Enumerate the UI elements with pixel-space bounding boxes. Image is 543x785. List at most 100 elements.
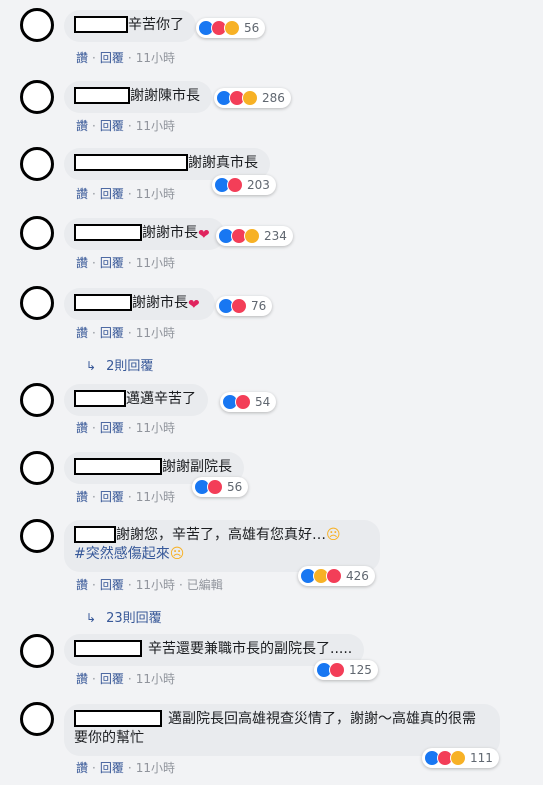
- comment-text: 謝謝陳市長: [130, 88, 200, 104]
- haha-icon: [242, 90, 258, 106]
- reaction-summary[interactable]: 125: [314, 660, 378, 680]
- comment-text: 謝謝市長: [142, 225, 198, 241]
- like-link[interactable]: 讚: [76, 490, 88, 504]
- like-link[interactable]: 讚: [76, 51, 88, 65]
- comment-bubble: 謝謝市長❤: [64, 218, 225, 250]
- comment-actions: 讚 · 回覆 · 11小時: [76, 256, 175, 270]
- replies-count-label[interactable]: 23則回覆: [106, 611, 162, 626]
- comment-bubble: 謝謝市長❤: [64, 288, 215, 320]
- comment-actions: 讚 · 回覆 · 11小時: [76, 421, 175, 435]
- avatar[interactable]: [20, 147, 54, 181]
- avatar[interactable]: [20, 519, 54, 553]
- avatar[interactable]: [20, 80, 54, 114]
- redacted-name[interactable]: [74, 710, 162, 727]
- haha-icon: [224, 20, 240, 36]
- timestamp[interactable]: 11小時: [136, 421, 175, 435]
- timestamp[interactable]: 11小時: [136, 578, 175, 592]
- redacted-name[interactable]: [74, 224, 142, 241]
- reply-link[interactable]: 回覆: [100, 187, 124, 201]
- redacted-name[interactable]: [74, 458, 162, 475]
- reply-link[interactable]: 回覆: [100, 51, 124, 65]
- reply-arrow-icon: ↳: [86, 359, 97, 373]
- reaction-count: 286: [262, 91, 285, 105]
- comment-actions: 讚 · 回覆 · 11小時: [76, 119, 175, 133]
- reaction-summary[interactable]: 76: [216, 296, 273, 316]
- edited-label[interactable]: 已編輯: [187, 578, 223, 592]
- comment-actions: 讚 · 回覆 · 11小時: [76, 326, 175, 340]
- reaction-count: 76: [251, 299, 267, 313]
- comment-text: 謝謝您，辛苦了，高雄有您真好…: [116, 527, 326, 543]
- redacted-name[interactable]: [74, 154, 188, 171]
- love-icon: [207, 479, 223, 495]
- redacted-name[interactable]: [74, 526, 116, 543]
- timestamp[interactable]: 11小時: [136, 119, 175, 133]
- redacted-name[interactable]: [74, 87, 130, 104]
- reaction-summary[interactable]: 234: [216, 226, 293, 246]
- reply-link[interactable]: 回覆: [100, 256, 124, 270]
- like-link[interactable]: 讚: [76, 578, 88, 592]
- like-link[interactable]: 讚: [76, 187, 88, 201]
- like-link[interactable]: 讚: [76, 119, 88, 133]
- comment-text: 謝謝真市長: [188, 155, 258, 171]
- comment-actions: 讚 · 回覆 · 11小時: [76, 672, 175, 686]
- avatar[interactable]: [20, 216, 54, 250]
- comment-list: 辛苦你了 56 讚 · 回覆 · 11小時 謝謝陳市長 286 讚 · 回覆 · 11小時 謝謝…: [6, 0, 537, 785]
- avatar[interactable]: [20, 451, 54, 485]
- hashtag-link[interactable]: #突然感傷起來: [74, 546, 170, 562]
- timestamp[interactable]: 11小時: [136, 672, 175, 686]
- comment-text: 邁邁辛苦了: [126, 391, 196, 407]
- reaction-summary[interactable]: 56: [192, 477, 249, 497]
- redacted-name[interactable]: [74, 390, 126, 407]
- reply-link[interactable]: 回覆: [100, 490, 124, 504]
- reply-link[interactable]: 回覆: [100, 761, 124, 775]
- reply-link[interactable]: 回覆: [100, 421, 124, 435]
- reaction-summary[interactable]: 56: [196, 18, 266, 38]
- comment-actions: 讚 · 回覆 · 11小時: [76, 761, 175, 775]
- reaction-count: 125: [349, 663, 372, 677]
- redacted-name[interactable]: [74, 16, 128, 33]
- sad-icon: [244, 228, 260, 244]
- timestamp[interactable]: 11小時: [136, 490, 175, 504]
- timestamp[interactable]: 11小時: [136, 187, 175, 201]
- timestamp[interactable]: 11小時: [136, 51, 175, 65]
- reaction-count: 426: [346, 569, 369, 583]
- reply-link[interactable]: 回覆: [100, 119, 124, 133]
- replies-count-label[interactable]: 2則回覆: [106, 359, 153, 374]
- like-link[interactable]: 讚: [76, 326, 88, 340]
- view-replies-link[interactable]: ↳ 23則回覆: [86, 607, 162, 626]
- avatar[interactable]: [20, 702, 54, 736]
- comment-actions: 讚 · 回覆 · 11小時: [76, 490, 175, 504]
- like-link[interactable]: 讚: [76, 672, 88, 686]
- reply-link[interactable]: 回覆: [100, 578, 124, 592]
- avatar[interactable]: [20, 634, 54, 668]
- like-link[interactable]: 讚: [76, 761, 88, 775]
- comment-actions: 讚 · 回覆 · 11小時: [76, 51, 175, 65]
- like-link[interactable]: 讚: [76, 256, 88, 270]
- redacted-name[interactable]: [74, 294, 132, 311]
- avatar[interactable]: [20, 8, 54, 42]
- timestamp[interactable]: 11小時: [136, 761, 175, 775]
- view-replies-link[interactable]: ↳ 2則回覆: [86, 355, 153, 374]
- reply-link[interactable]: 回覆: [100, 672, 124, 686]
- reaction-count: 111: [470, 751, 493, 765]
- reaction-summary[interactable]: 426: [298, 566, 375, 586]
- love-icon: [329, 662, 345, 678]
- reaction-count: 56: [227, 480, 243, 494]
- avatar[interactable]: [20, 383, 54, 417]
- timestamp[interactable]: 11小時: [136, 256, 175, 270]
- sad-icon: [450, 750, 466, 766]
- like-link[interactable]: 讚: [76, 421, 88, 435]
- redacted-name[interactable]: [74, 640, 142, 657]
- reply-link[interactable]: 回覆: [100, 326, 124, 340]
- reaction-count: 203: [247, 178, 270, 192]
- avatar[interactable]: [20, 286, 54, 320]
- timestamp[interactable]: 11小時: [136, 326, 175, 340]
- reaction-summary[interactable]: 111: [422, 748, 499, 768]
- love-icon: [235, 394, 251, 410]
- reaction-count: 234: [264, 229, 287, 243]
- comment-bubble: 謝謝您，辛苦了，高雄有您真好…☹ #突然感傷起來☹: [64, 520, 380, 572]
- reaction-summary[interactable]: 286: [214, 88, 291, 108]
- reaction-summary[interactable]: 203: [212, 175, 276, 195]
- comment-bubble: 辛苦你了: [64, 10, 196, 42]
- reaction-summary[interactable]: 54: [220, 392, 277, 412]
